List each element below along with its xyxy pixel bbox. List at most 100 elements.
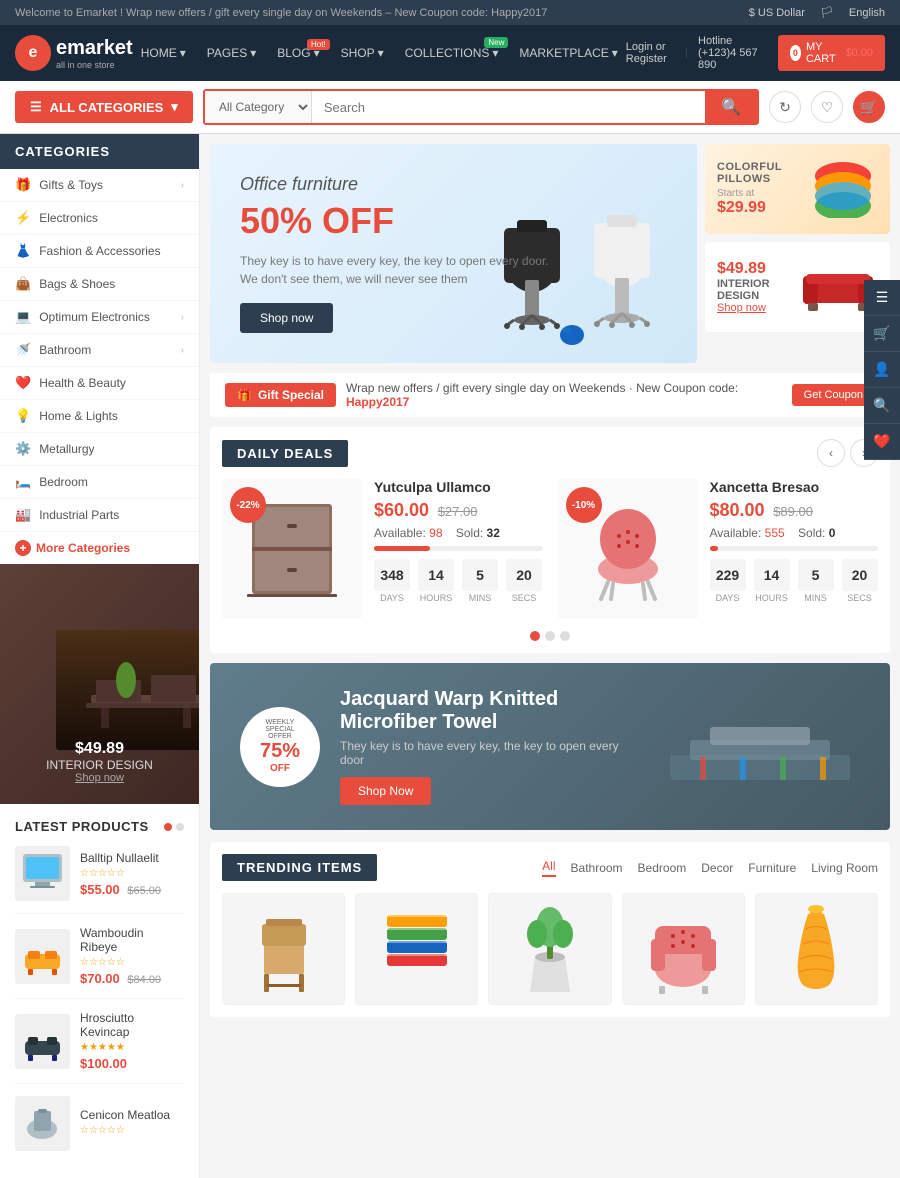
gift-special-label: 🎁 Gift Special	[225, 383, 336, 407]
deal-name-2[interactable]: Xancetta Bresao	[710, 479, 879, 495]
interior-card: $49.89 INTERIOR DESIGN Shop now	[705, 242, 890, 332]
tab-bathroom[interactable]: Bathroom	[571, 861, 623, 875]
logo-sub: all in one store	[56, 60, 133, 70]
deal-name-1[interactable]: Yutculpa Ullamco	[374, 479, 543, 495]
deals-header: DAILY DEALS ‹ ›	[222, 439, 878, 467]
more-categories-button[interactable]: + More Categories	[0, 532, 199, 564]
right-search-icon[interactable]: 🔍	[864, 388, 900, 424]
weekly-title: Jacquard Warp Knitted Microfiber Towel	[340, 688, 640, 734]
flag-icon: 🏳	[820, 6, 834, 19]
sidebar-item-electronics[interactable]: ⚡Electronics	[0, 202, 199, 235]
nav-pages[interactable]: PAGES ▾	[199, 41, 265, 65]
list-item[interactable]	[622, 893, 745, 1005]
right-cart-icon[interactable]: 🛒	[864, 316, 900, 352]
main-layout: CATEGORIES 🎁Gifts & Toys › ⚡Electronics …	[0, 134, 900, 1178]
right-user-icon[interactable]: 👤	[864, 352, 900, 388]
health-icon: ❤️	[15, 375, 31, 391]
cart-icon-small[interactable]: 🛒	[853, 91, 885, 123]
trending-img-3	[489, 894, 610, 1004]
get-coupon-button[interactable]: Get Coupon	[792, 384, 875, 406]
trending-tabs: All Bathroom Bedroom Decor Furniture Liv…	[542, 859, 878, 877]
refresh-icon[interactable]: ↻	[769, 91, 801, 123]
tab-bedroom[interactable]: Bedroom	[638, 861, 687, 875]
right-heart-icon[interactable]: ❤️	[864, 424, 900, 460]
deal-image-1: -22%	[222, 479, 362, 619]
nav-home[interactable]: HOME ▾	[133, 41, 194, 65]
product-name-1[interactable]: Balltip Nullaelit	[80, 851, 184, 865]
hero-shop-button[interactable]: Shop now	[240, 303, 333, 333]
weekly-shop-button[interactable]: Shop Now	[340, 777, 431, 805]
sidebar-item-health[interactable]: ❤️Health & Beauty	[0, 367, 199, 400]
trending-img-5	[756, 894, 877, 1004]
all-categories-button[interactable]: ☰ ALL CATEGORIES ▾	[15, 91, 193, 123]
hours-2: 14	[754, 559, 790, 591]
sidebar-banner-link[interactable]: Shop now	[46, 772, 153, 784]
sidebar-banner-content: $49.89 INTERIOR DESIGN Shop now	[46, 620, 153, 784]
product-thumb-1	[15, 846, 70, 901]
search-input[interactable]	[312, 91, 705, 123]
list-item[interactable]	[488, 893, 611, 1005]
industrial-icon: 🏭	[15, 507, 31, 523]
language-selector[interactable]: English	[849, 7, 885, 19]
nav-shop[interactable]: SHOP ▾	[333, 41, 392, 65]
gift-icon: 🎁	[237, 388, 252, 402]
pillows-starts-text: Starts at	[717, 188, 798, 199]
nav-blog[interactable]: BLOG ▾Hot!	[269, 41, 327, 65]
sidebar-item-fashion[interactable]: 👗Fashion & Accessories	[0, 235, 199, 268]
deal-price-new-2: $80.00	[710, 500, 765, 520]
list-item[interactable]	[355, 893, 478, 1005]
product-info-4: Cenicon Meatloa ☆☆☆☆☆	[80, 1108, 184, 1139]
tab-all[interactable]: All	[542, 859, 555, 877]
stars-4: ☆☆☆☆☆	[80, 1125, 184, 1136]
category-select[interactable]: All Category	[205, 91, 312, 123]
top-bar: Welcome to Emarket ! Wrap new offers / g…	[0, 0, 900, 25]
tab-living-room[interactable]: Living Room	[811, 861, 878, 875]
deals-dot-2[interactable]	[545, 631, 555, 641]
sidebar-item-bathroom[interactable]: 🚿Bathroom ›	[0, 334, 199, 367]
logo-icon: e	[15, 35, 51, 71]
list-item[interactable]	[222, 893, 345, 1005]
deal-price-old-1: $27.00	[438, 504, 478, 519]
pillows-card-title: COLORFUL PILLOWS	[717, 161, 798, 185]
login-link[interactable]: Login or Register	[626, 41, 675, 65]
sidebar-item-optimum[interactable]: 💻Optimum Electronics ›	[0, 301, 199, 334]
trending-img-1	[223, 894, 344, 1004]
currency-selector[interactable]: $ US Dollar	[749, 7, 805, 19]
days-1: 348	[374, 559, 410, 591]
daily-deals: DAILY DEALS ‹ › -22%	[210, 427, 890, 653]
blog-hot-badge: Hot!	[307, 39, 330, 50]
trending-img-2	[356, 894, 477, 1004]
product-name-3[interactable]: Hrosciutto Kevincap	[80, 1011, 184, 1039]
tab-decor[interactable]: Decor	[701, 861, 733, 875]
wishlist-icon[interactable]: ♡	[811, 91, 843, 123]
search-button[interactable]: 🔍	[705, 91, 757, 123]
coupon-code: Happy2017	[346, 395, 409, 409]
sidebar-item-bedroom[interactable]: 🛏️Bedroom	[0, 466, 199, 499]
list-item[interactable]	[755, 893, 878, 1005]
sidebar-item-metallurgy[interactable]: ⚙️Metallurgy	[0, 433, 199, 466]
tab-furniture[interactable]: Furniture	[748, 861, 796, 875]
price-old-2: $84.00	[127, 974, 161, 986]
product-name-2[interactable]: Wamboudin Ribeye	[80, 926, 184, 954]
sidebar-item-industrial[interactable]: 🏭Industrial Parts	[0, 499, 199, 532]
sidebar-item-bags[interactable]: 👜Bags & Shoes	[0, 268, 199, 301]
nav-marketplace[interactable]: MARKETPLACE ▾	[511, 41, 625, 65]
product-name-4[interactable]: Cenicon Meatloa	[80, 1108, 184, 1122]
right-menu-icon[interactable]: ☰	[864, 280, 900, 316]
plus-icon: +	[15, 540, 31, 556]
deals-grid: -22% Yutculpa Ullamc	[222, 479, 878, 619]
interior-link[interactable]: Shop now	[717, 302, 788, 314]
mins-1: 5	[462, 559, 498, 591]
deal-info-1: Yutculpa Ullamco $60.00 $27.00 Available…	[374, 479, 543, 603]
deals-prev-button[interactable]: ‹	[817, 439, 845, 467]
sidebar-item-gifts[interactable]: 🎁Gifts & Toys ›	[0, 169, 199, 202]
nav-collections[interactable]: COLLECTIONS ▾New	[397, 41, 507, 65]
pillows-card: COLORFUL PILLOWS Starts at $29.99	[705, 144, 890, 234]
deals-dot-1[interactable]	[530, 631, 540, 641]
deal-price-new-1: $60.00	[374, 500, 429, 520]
cart-button[interactable]: 0 MY CART $0.00	[778, 35, 885, 71]
deals-dot-3[interactable]	[560, 631, 570, 641]
pillows-card-content: COLORFUL PILLOWS Starts at $29.99	[717, 161, 798, 217]
sidebar-item-home-lights[interactable]: 💡Home & Lights	[0, 400, 199, 433]
logo[interactable]: e emarket all in one store	[15, 35, 133, 71]
